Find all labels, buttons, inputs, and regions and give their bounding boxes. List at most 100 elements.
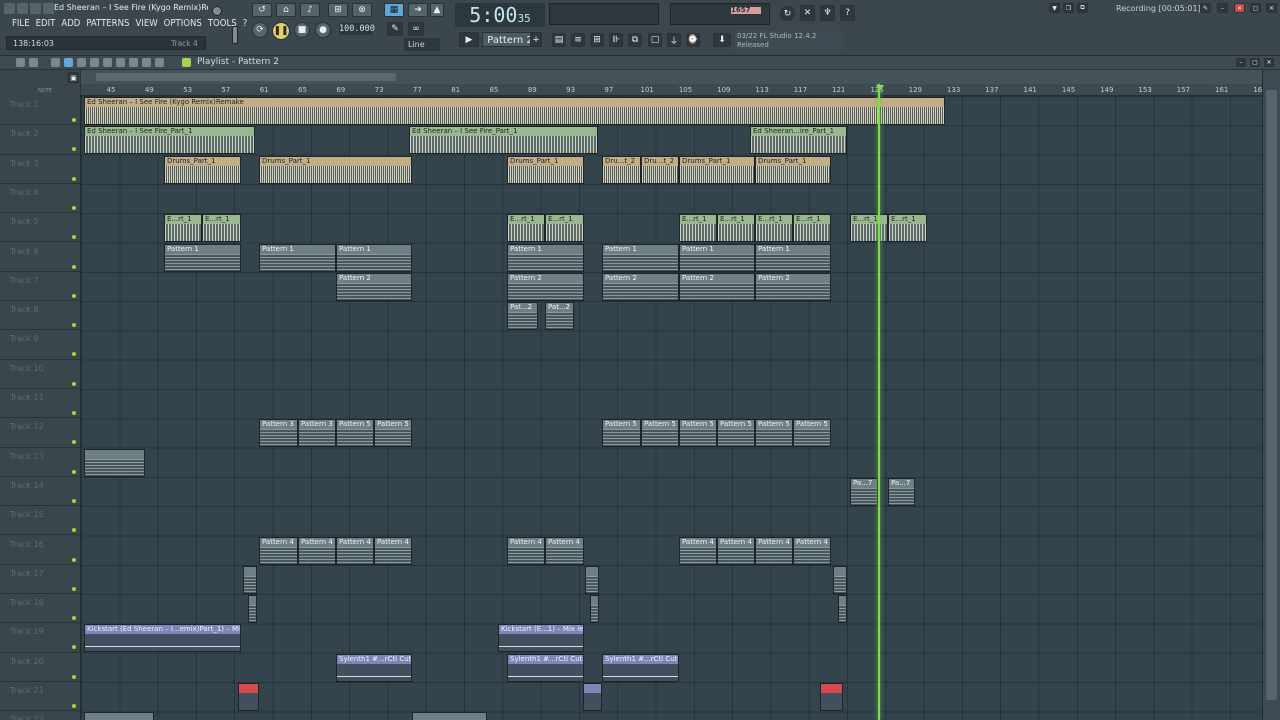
playlist-clip[interactable]: Pattern 2: [679, 272, 755, 301]
playlist-window-icon[interactable]: ▤: [552, 33, 566, 47]
window-close-red-icon[interactable]: ✕: [1234, 3, 1245, 13]
playlist-clip[interactable]: Kickstart (Ed Sheeran – I...emix)Part_1)…: [84, 624, 241, 653]
playlist-clip[interactable]: Pattern 4: [793, 536, 831, 565]
playlist-clip[interactable]: Pa...7: [850, 477, 878, 506]
playlist-clip[interactable]: Sylenth1 #...rCtl Cutoff: [336, 653, 412, 682]
track-mute-led[interactable]: [72, 235, 76, 240]
playlist-clip[interactable]: Ed Sheeran – I See Fire_Part_1: [409, 126, 598, 155]
magnet-icon[interactable]: [29, 58, 38, 67]
playlist-clip[interactable]: [838, 595, 847, 624]
news-panel[interactable]: 03/22 FL Studio 12.4.2 Released: [735, 31, 845, 51]
playlist-clip[interactable]: E...rt_1: [717, 214, 755, 243]
playlist-clip[interactable]: E...rt_1: [679, 214, 717, 243]
playlist-clip[interactable]: Pattern 4: [679, 536, 717, 565]
playlist-clip[interactable]: E...rt_1: [755, 214, 793, 243]
playlist-clip[interactable]: Pat...2: [507, 302, 538, 331]
browser-icon[interactable]: ⧉: [628, 33, 642, 47]
playlist-clip[interactable]: Pattern 3: [259, 419, 298, 448]
track-mute-led[interactable]: [72, 616, 76, 621]
playlist-clip[interactable]: Pattern 4: [298, 536, 336, 565]
track-mute-led[interactable]: [72, 440, 76, 445]
playlist-clip[interactable]: Pattern 1: [507, 243, 584, 272]
restore-icon[interactable]: ❐: [1063, 3, 1074, 13]
track-mute-led[interactable]: [72, 205, 76, 210]
playlist-clip[interactable]: Sylenth1 #...rCtl Cutoff: [602, 653, 679, 682]
playlist-clip[interactable]: Pattern 1: [164, 243, 241, 272]
playlist-clip[interactable]: Pattern 5: [679, 419, 717, 448]
track-mute-led[interactable]: [72, 147, 76, 152]
playlist-close-icon[interactable]: ✕: [1264, 58, 1274, 67]
playlist-clip[interactable]: [820, 683, 843, 711]
playlist-clip[interactable]: Pat...2: [545, 302, 574, 331]
playlist-clip[interactable]: Ed Sheeran – I See Fire (Kygo Remix)Rema…: [84, 97, 945, 125]
horizontal-scrollbar[interactable]: [81, 70, 1262, 84]
track-header[interactable]: Track 16: [0, 536, 80, 565]
track-mute-led[interactable]: [72, 557, 76, 562]
playlist-clip[interactable]: Pattern 1: [259, 243, 336, 272]
track-header[interactable]: Track 4: [0, 184, 80, 214]
track-header[interactable]: Track 22: [0, 711, 80, 720]
track-header[interactable]: Track 21: [0, 682, 80, 712]
download-icon[interactable]: ⬇: [713, 33, 731, 47]
delete-tool-icon[interactable]: [77, 58, 86, 67]
stop-button[interactable]: ■: [294, 22, 310, 38]
playlist-clip[interactable]: Pattern 5: [336, 419, 374, 448]
playlist-clip[interactable]: Pattern 4: [755, 536, 793, 565]
track-header[interactable]: Track 12: [0, 418, 80, 448]
window-maximize-icon[interactable]: ▢: [1250, 3, 1261, 13]
playlist-clip[interactable]: Pattern 4: [545, 536, 584, 565]
window-minimize-icon[interactable]: –: [1217, 3, 1228, 13]
playlist-arrow-icon[interactable]: [16, 58, 25, 67]
timeline-ruler[interactable]: [81, 70, 1262, 96]
track-header[interactable]: Track 20: [0, 653, 80, 682]
scrollbar-thumb[interactable]: [96, 73, 396, 81]
track-mute-led[interactable]: [72, 645, 76, 650]
playlist-clip[interactable]: E...rt_1: [164, 214, 202, 243]
playlist-clip[interactable]: Drums_Part_1: [507, 155, 584, 184]
playlist-clip[interactable]: Drums_Part_1: [755, 155, 831, 184]
tile-icon[interactable]: ⧉: [1077, 3, 1088, 13]
playlist-clip[interactable]: Sylenth1 #...rCtl Cutoff: [507, 653, 584, 682]
playlist-clip[interactable]: Drums_Part_1: [679, 155, 755, 184]
mixer-icon[interactable]: ⊪: [609, 33, 623, 47]
window-system-icons[interactable]: [4, 3, 54, 14]
playlist-clip[interactable]: E...rt_1: [888, 214, 927, 243]
menu-view[interactable]: VIEW: [135, 18, 157, 29]
playlist-clip[interactable]: Ed Sheeran...ire_Part_1: [750, 126, 847, 155]
window-exit-icon[interactable]: ✕: [1266, 3, 1277, 13]
typing-keyboard-button[interactable]: ⌂: [276, 3, 296, 17]
playlist-clip[interactable]: Pattern 5: [717, 419, 755, 448]
playlist-clip[interactable]: [585, 565, 599, 594]
playlist-clip[interactable]: Dru...t_2: [641, 155, 679, 184]
pattern-song-toggle[interactable]: ↺: [252, 3, 272, 17]
master-pitch-slider[interactable]: [232, 26, 238, 44]
select-tool-icon[interactable]: [129, 58, 138, 67]
playlist-clip[interactable]: [248, 595, 257, 624]
playlist-clip[interactable]: Pattern 4: [507, 536, 545, 565]
picker-icon[interactable]: ▣: [68, 72, 79, 83]
playlist-clip[interactable]: Ed Sheeran – I See Fire_Part_1: [84, 126, 255, 155]
mixer-view-button[interactable]: ▲: [430, 3, 444, 17]
track-header[interactable]: Track 13: [0, 448, 80, 477]
playlist-clip[interactable]: Kickstart (E...1) – Mix level: [498, 624, 584, 653]
playback-tool-icon[interactable]: [155, 58, 164, 67]
track-mute-led[interactable]: [72, 381, 76, 386]
chain-link-icon[interactable]: ∞: [408, 22, 424, 36]
pencil-tool-icon[interactable]: [51, 58, 60, 67]
playlist-clip[interactable]: [590, 595, 599, 624]
track-header[interactable]: Track 17: [0, 565, 80, 595]
playlist-minimize-icon[interactable]: –: [1236, 58, 1246, 67]
playlist-clip[interactable]: E...rt_1: [850, 214, 888, 243]
snap-magnet-button[interactable]: ▦: [384, 3, 404, 17]
track-mute-led[interactable]: [72, 674, 76, 679]
track-header[interactable]: Track 1: [0, 96, 80, 126]
playlist-clip[interactable]: Pattern 1: [602, 243, 679, 272]
playlist-clip[interactable]: [84, 448, 145, 477]
track-mute-led[interactable]: [72, 586, 76, 591]
track-header[interactable]: Track 2: [0, 125, 80, 155]
pattern-add-button[interactable]: +: [530, 32, 542, 47]
playlist-clip[interactable]: Pattern 5: [374, 419, 412, 448]
track-mute-led[interactable]: [72, 352, 76, 357]
track-header[interactable]: Track 14: [0, 477, 80, 507]
close-icon[interactable]: [43, 3, 54, 14]
